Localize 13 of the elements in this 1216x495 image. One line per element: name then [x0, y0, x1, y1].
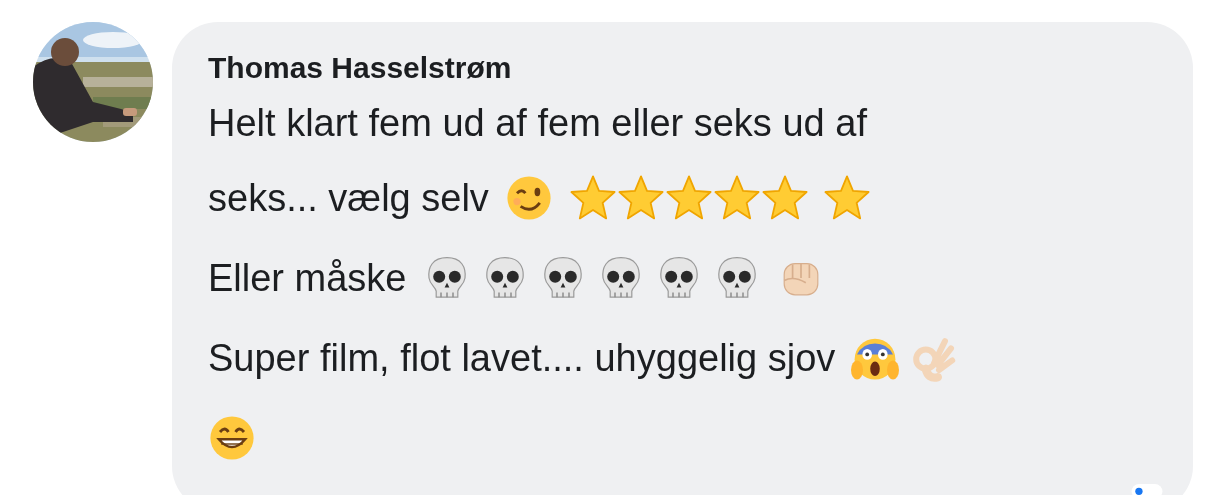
- star-emoji-icon: [760, 174, 809, 222]
- comment-text: seks... vælg selv: [208, 176, 489, 221]
- star-emoji-icon: [664, 174, 713, 222]
- comment-text: Eller måske: [208, 256, 407, 301]
- grin-emoji-icon: [208, 414, 256, 462]
- comment-text: Helt klart fem ud af fem eller seks ud af: [208, 101, 867, 146]
- comment-text: Super film, flot lavet.... uhyggelig sjov: [208, 336, 836, 381]
- star-emoji-icon: [616, 174, 665, 222]
- wink-emoji-icon: [504, 174, 553, 222]
- star-emoji-icon: [822, 174, 871, 222]
- star-emoji-icon: [568, 174, 617, 222]
- author-name[interactable]: Thomas Hasselstrøm: [208, 48, 512, 88]
- star-emoji-icon: [712, 174, 761, 222]
